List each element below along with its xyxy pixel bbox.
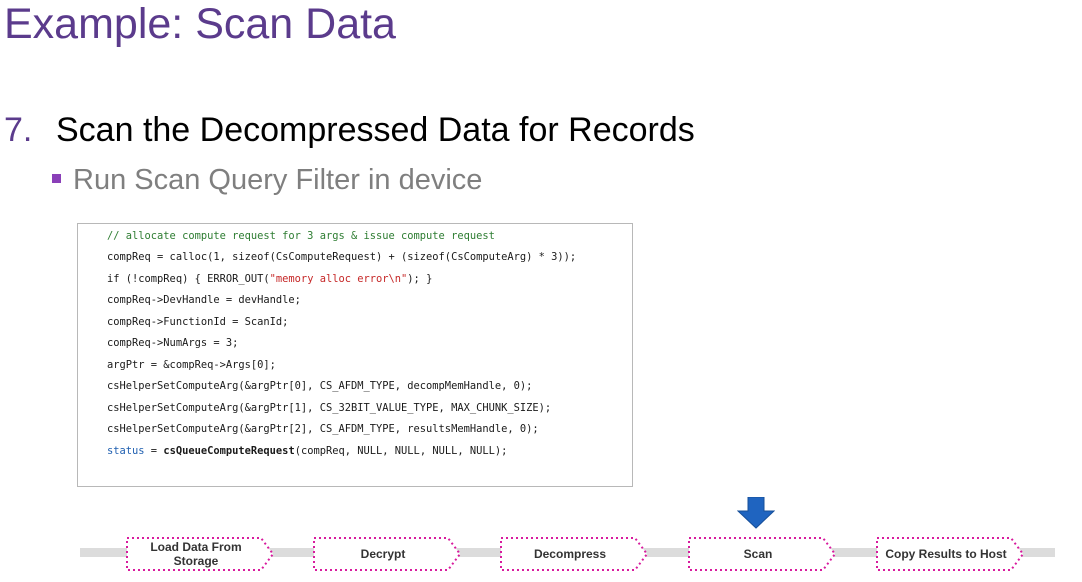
pipeline-stage-copy-results: Copy Results to Host <box>876 537 1025 571</box>
stage-label: Decrypt <box>360 547 406 561</box>
pipeline-stage-decrypt: Decrypt <box>313 537 462 571</box>
down-arrow-icon <box>737 497 775 529</box>
code-line: csHelperSetComputeArg(&argPtr[0], CS_AFD… <box>107 380 533 392</box>
stage-label: Scan <box>743 547 773 561</box>
stage-label: Load Data From Storage <box>150 540 242 568</box>
pipeline-stage-scan: Scan <box>688 537 837 571</box>
step-heading: 7. Scan the Decompressed Data for Records <box>4 108 695 152</box>
code-line: argPtr = &compReq->Args[0]; <box>107 359 276 371</box>
code-string: "memory alloc error\n" <box>269 273 408 285</box>
bullet-text: Run Scan Query Filter in device <box>73 164 483 196</box>
code-line-comment: // allocate compute request for 3 args &… <box>107 230 495 242</box>
code-line: status = csQueueComputeRequest(compReq, … <box>107 445 507 458</box>
step-number: 7. <box>4 111 33 149</box>
code-line: compReq = calloc(1, sizeof(CsComputeRequ… <box>107 251 577 263</box>
code-text: if (!compReq) { ERROR_OUT( <box>107 273 270 285</box>
pipeline-stage-decompress: Decompress <box>500 537 649 571</box>
bullet-marker-icon <box>52 173 61 183</box>
code-line: csHelperSetComputeArg(&argPtr[2], CS_AFD… <box>107 423 539 435</box>
code-variable: status <box>107 445 145 457</box>
code-box: // allocate compute request for 3 args &… <box>77 223 633 487</box>
code-line: if (!compReq) { ERROR_OUT("memory alloc … <box>107 273 432 286</box>
stage-label: Decompress <box>533 547 607 561</box>
slide-title: Example: Scan Data <box>4 0 396 48</box>
code-line: compReq->NumArgs = 3; <box>107 337 239 349</box>
stage-label: Copy Results to Host <box>885 547 1007 561</box>
code-line: csHelperSetComputeArg(&argPtr[1], CS_32B… <box>107 402 552 414</box>
code-text: = <box>144 445 164 457</box>
bullet-item: Run Scan Query Filter in device <box>52 162 482 198</box>
code-line: compReq->FunctionId = ScanId; <box>107 316 289 328</box>
code-line: compReq->DevHandle = devHandle; <box>107 294 301 306</box>
code-function: csQueueComputeRequest <box>163 445 295 457</box>
pipeline-stage-load: Load Data From Storage <box>126 537 275 571</box>
code-text: (compReq, NULL, NULL, NULL, NULL); <box>294 445 508 457</box>
code-text: ); } <box>407 273 433 285</box>
step-heading-text: Scan the Decompressed Data for Records <box>56 111 695 149</box>
